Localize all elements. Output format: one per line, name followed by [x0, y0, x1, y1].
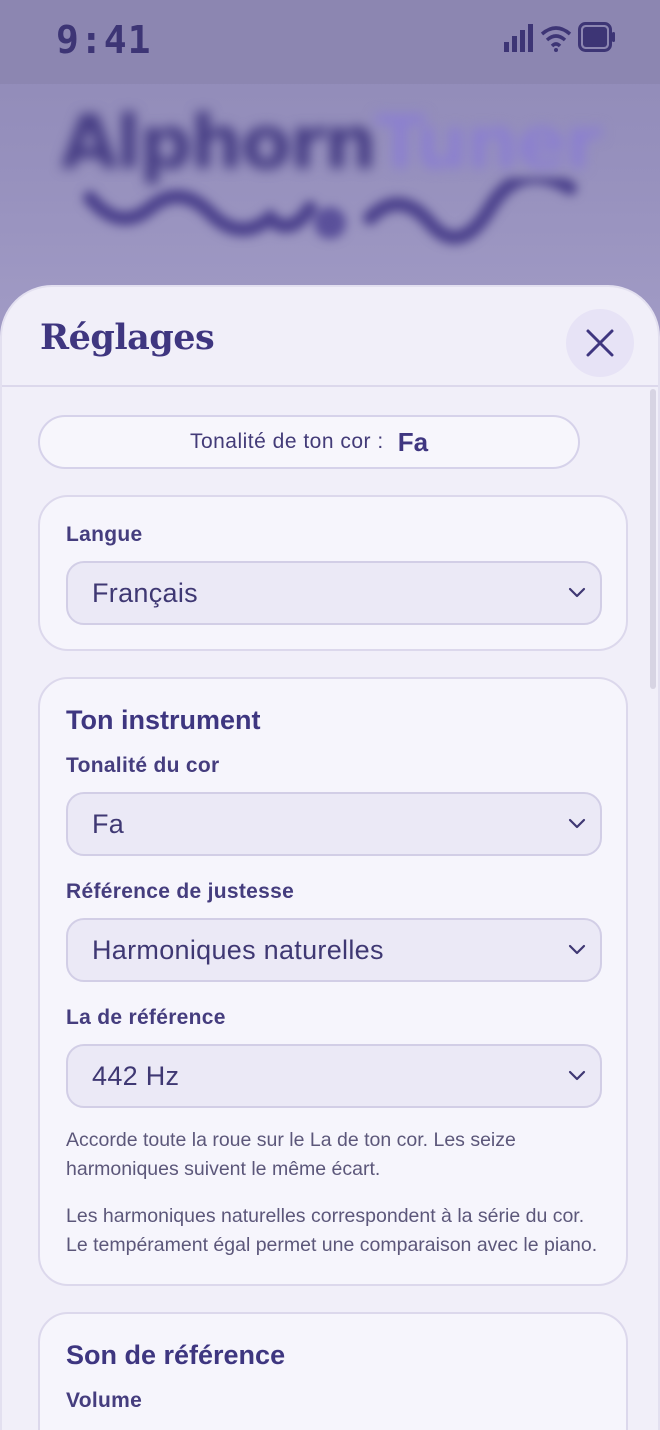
key-summary-pill: Tonalité de ton cor : Fa [38, 415, 580, 469]
screen: AlphornTuner 9:41 Réglages Tonalité de t… [0, 0, 660, 1430]
horn-key-value: Fa [92, 808, 125, 839]
sound-title: Son de référence [66, 1340, 286, 1370]
a-reference-select[interactable]: 442 Hz [66, 1044, 602, 1108]
key-summary-label: Tonalité de ton cor : [189, 430, 384, 453]
key-summary-value: Fa [397, 426, 429, 457]
volume-label: Volume [66, 1389, 143, 1412]
sheet-header: Réglages [2, 287, 658, 387]
chevron-down-icon [568, 818, 586, 829]
tuning-reference-label: Référence de justesse [66, 880, 295, 903]
signal-icon [504, 24, 533, 52]
background-illustration [83, 178, 577, 245]
chevron-down-icon [568, 1070, 586, 1081]
language-select[interactable]: Français [66, 561, 602, 625]
close-icon [586, 329, 614, 357]
settings-sheet: Réglages Tonalité de ton cor : Fa Langue… [0, 285, 660, 1430]
instrument-card: Ton instrument Tonalité du cor Fa Référe… [38, 677, 628, 1286]
a-reference-label: La de référence [66, 1006, 226, 1029]
tuning-reference-select[interactable]: Harmoniques naturelles [66, 918, 602, 982]
chevron-down-icon [568, 944, 586, 955]
language-label: Langue [66, 523, 143, 546]
a-reference-value: 442 Hz [92, 1060, 180, 1091]
tuning-help: Les harmoniques naturelles correspondent… [66, 1205, 598, 1256]
tuning-reference-value: Harmoniques naturelles [92, 934, 384, 965]
battery-icon [578, 22, 615, 52]
wifi-icon [540, 26, 572, 52]
scrollbar[interactable] [650, 389, 656, 689]
status-bar: 9:41 [0, 0, 660, 84]
app-logo: AlphornTuner [60, 100, 602, 186]
language-card: Langue Français [38, 495, 628, 651]
close-button[interactable] [566, 309, 634, 377]
horn-key-select[interactable]: Fa [66, 792, 602, 856]
language-value: Français [92, 577, 198, 608]
status-icons [504, 22, 616, 52]
chevron-down-icon [568, 587, 586, 598]
horn-key-label: Tonalité du cor [66, 754, 220, 777]
status-time: 9:41 [56, 18, 152, 62]
sound-card: Son de référence Volume [38, 1312, 628, 1430]
sheet-title: Réglages [40, 317, 215, 358]
instrument-title: Ton instrument [66, 705, 261, 735]
a-reference-help: Accorde toute la roue sur le La de ton c… [66, 1129, 516, 1180]
settings-content: Tonalité de ton cor : Fa Langue Français… [38, 415, 628, 1430]
